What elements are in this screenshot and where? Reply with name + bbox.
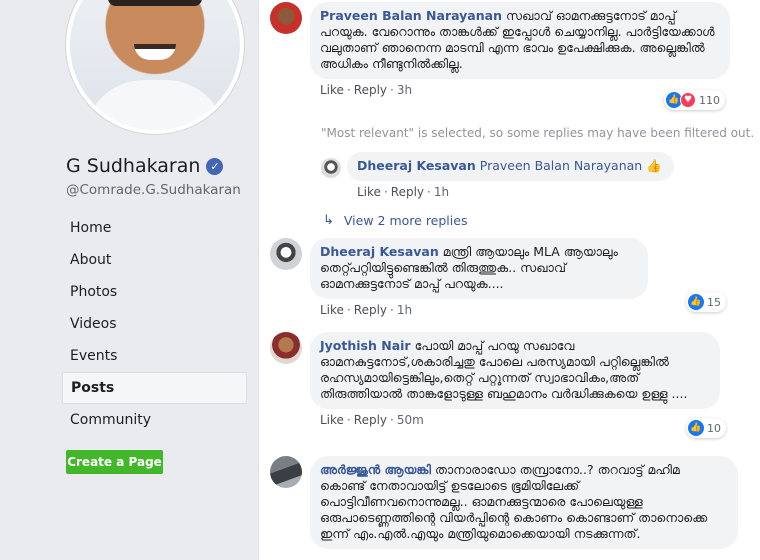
- reply-link[interactable]: Reply: [354, 83, 387, 97]
- like-link[interactable]: Like: [320, 83, 344, 97]
- like-link[interactable]: Like: [320, 303, 344, 317]
- comment-author[interactable]: അർജ്ജുൻ ആയങ്കി: [320, 462, 431, 477]
- nav-item-about[interactable]: About: [62, 244, 247, 276]
- view-more-replies-label: View 2 more replies: [343, 213, 468, 228]
- commenter-avatar[interactable]: [321, 158, 341, 178]
- comment-bubble: Dheeraj Kesavan മന്ത്രി ആയാലും MLA ആയാലും…: [310, 238, 648, 299]
- filter-notice: "Most relevant" is selected, so some rep…: [321, 126, 755, 140]
- like-link[interactable]: Like: [357, 185, 381, 199]
- page-title[interactable]: G Sudhakaran ✓: [66, 155, 224, 177]
- love-reaction-icon: ♥: [680, 92, 696, 108]
- comment: Dheeraj Kesavan മന്ത്രി ആയാലും MLA ആയാലും…: [270, 238, 726, 317]
- commenter-avatar[interactable]: [270, 456, 302, 488]
- comment-time[interactable]: 1h: [397, 303, 412, 317]
- comment-actions: Like · Reply · 1h: [320, 303, 413, 317]
- comment-author[interactable]: Jyothish Nair: [320, 338, 411, 353]
- like-reaction-icon: 👍: [688, 420, 704, 436]
- reaction-count[interactable]: 👍 ♥ 110: [664, 90, 725, 110]
- comment-text: Praveen Balan Narayanan 👍: [479, 158, 662, 173]
- page-profile-picture[interactable]: [66, 0, 244, 134]
- comment-actions: Like · Reply · 50m: [320, 413, 424, 427]
- page-handle[interactable]: @Comrade.G.Sudhakaran: [66, 182, 241, 198]
- comment-time[interactable]: 50m: [397, 413, 424, 427]
- nav-item-home[interactable]: Home: [62, 212, 247, 244]
- left-sidebar: G Sudhakaran ✓ @Comrade.G.Sudhakaran Hom…: [0, 0, 258, 560]
- comment-author[interactable]: Dheeraj Kesavan: [320, 244, 439, 259]
- comment-author[interactable]: Praveen Balan Narayanan: [320, 8, 502, 23]
- reaction-number: 10: [707, 421, 721, 435]
- verified-badge-icon: ✓: [206, 157, 224, 175]
- page-name-text: G Sudhakaran: [66, 155, 201, 177]
- reaction-count[interactable]: 👍 10: [686, 418, 726, 438]
- page-nav: Home About Photos Videos Events Posts Co…: [62, 212, 247, 436]
- reply-link[interactable]: Reply: [354, 303, 387, 317]
- nav-item-posts[interactable]: Posts: [62, 372, 247, 404]
- comment-bubble: Dheeraj Kesavan Praveen Balan Narayanan 👍: [347, 152, 674, 181]
- reaction-count[interactable]: 👍 15: [686, 292, 726, 312]
- commenter-avatar[interactable]: [270, 332, 302, 364]
- comment-actions: Like · Reply · 1h: [357, 185, 450, 199]
- comment: അർജ്ജുൻ ആയങ്കി താനാരാഡോ തമ്പ്രാനോ..? തറവാ…: [270, 456, 738, 549]
- reaction-number: 15: [707, 295, 721, 309]
- reply-comment: Dheeraj Kesavan Praveen Balan Narayanan 👍…: [321, 152, 674, 199]
- comment-bubble: Jyothish Nair പോയി മാപ്പ് പറയു സഖാവേ ഓമനക…: [310, 332, 720, 409]
- comment: Jyothish Nair പോയി മാപ്പ് പറയു സഖാവേ ഓമനക…: [270, 332, 726, 438]
- comment-time[interactable]: 1h: [434, 185, 449, 199]
- reaction-number: 110: [699, 93, 720, 107]
- avatar: [70, 0, 240, 130]
- commenter-avatar[interactable]: [270, 2, 302, 34]
- reply-link[interactable]: Reply: [354, 413, 387, 427]
- nav-item-videos[interactable]: Videos: [62, 308, 247, 340]
- commenter-avatar[interactable]: [270, 238, 302, 270]
- nav-item-community[interactable]: Community: [62, 404, 247, 436]
- like-reaction-icon: 👍: [688, 294, 704, 310]
- view-more-replies-link[interactable]: ↳ View 2 more replies: [323, 213, 467, 228]
- comment-bubble: Praveen Balan Narayanan സഖാവ് ഓമനക്കുട്ടന…: [310, 2, 730, 79]
- reply-arrow-icon: ↳: [323, 213, 334, 228]
- comment: Praveen Balan Narayanan സഖാവ് ഓമനക്കുട്ടന…: [270, 2, 730, 110]
- comment-time[interactable]: 3h: [397, 83, 412, 97]
- like-link[interactable]: Like: [320, 413, 344, 427]
- create-page-button[interactable]: Create a Page: [66, 450, 163, 474]
- comment-bubble: അർജ്ജുൻ ആയങ്കി താനാരാഡോ തമ്പ്രാനോ..? തറവാ…: [310, 456, 738, 549]
- comment-author[interactable]: Dheeraj Kesavan: [357, 158, 476, 173]
- nav-item-photos[interactable]: Photos: [62, 276, 247, 308]
- nav-item-events[interactable]: Events: [62, 340, 247, 372]
- comments-panel: Praveen Balan Narayanan സഖാവ് ഓമനക്കുട്ടന…: [258, 0, 760, 560]
- reply-link[interactable]: Reply: [391, 185, 424, 199]
